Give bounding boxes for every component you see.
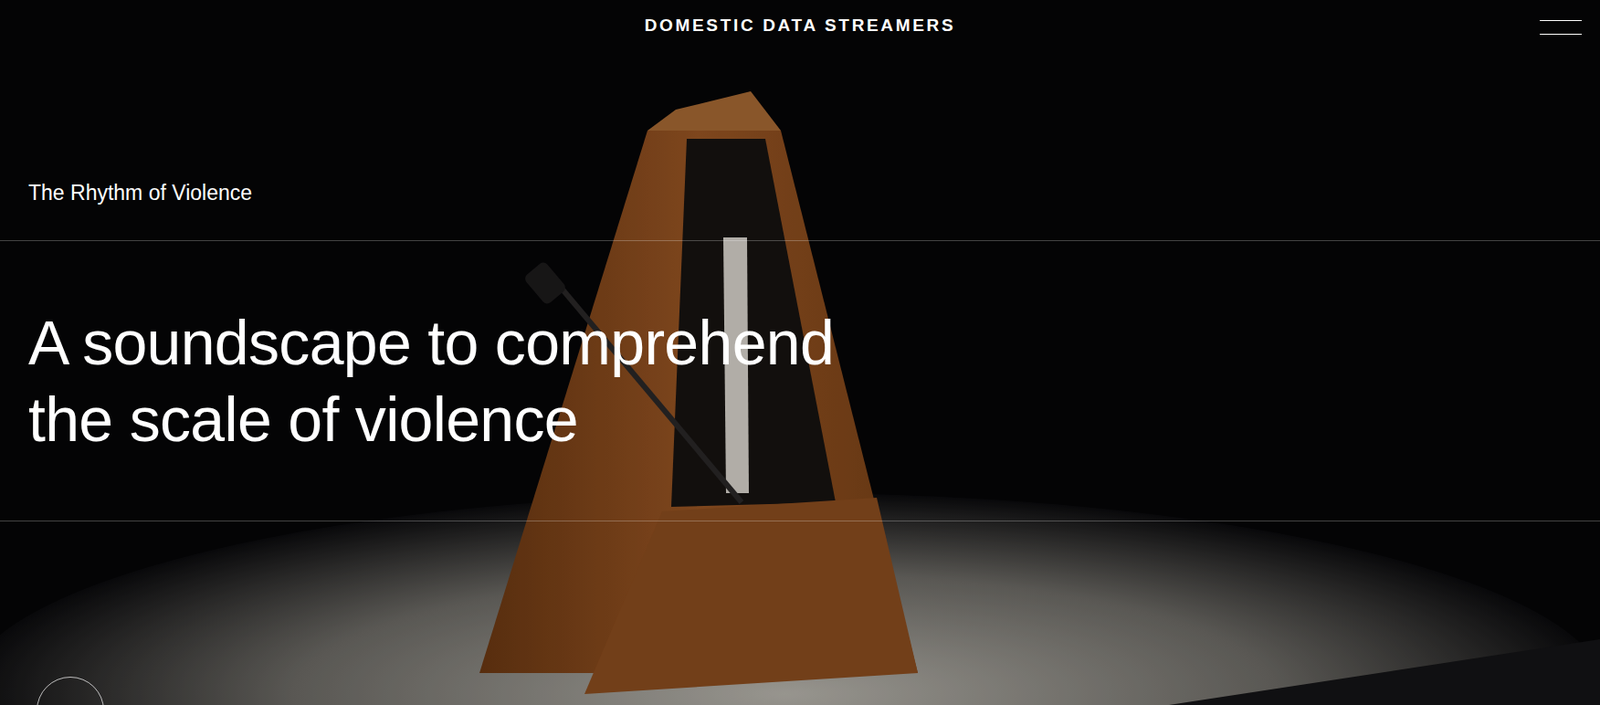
scroll-button[interactable] [36,676,105,705]
heading-line: A soundscape to comprehend [28,304,834,381]
hero-heading-band: A soundscape to comprehendthe scale of v… [0,240,1600,522]
header: DOMESTIC DATA STREAMERS [0,0,1600,52]
logo[interactable]: DOMESTIC DATA STREAMERS [644,12,957,40]
menu-icon[interactable] [1539,20,1582,35]
project-title-row: The Rhythm of Violence [0,51,1600,241]
hero-heading: A soundscape to comprehendthe scale of v… [28,304,834,458]
heading-line: the scale of violence [28,380,834,458]
page: DOMESTIC DATA STREAMERS The Rhythm of Vi… [0,0,1600,705]
hero: DOMESTIC DATA STREAMERS The Rhythm of Vi… [0,0,1600,705]
hero-footer [0,521,1600,705]
project-title: The Rhythm of Violence [28,179,253,206]
